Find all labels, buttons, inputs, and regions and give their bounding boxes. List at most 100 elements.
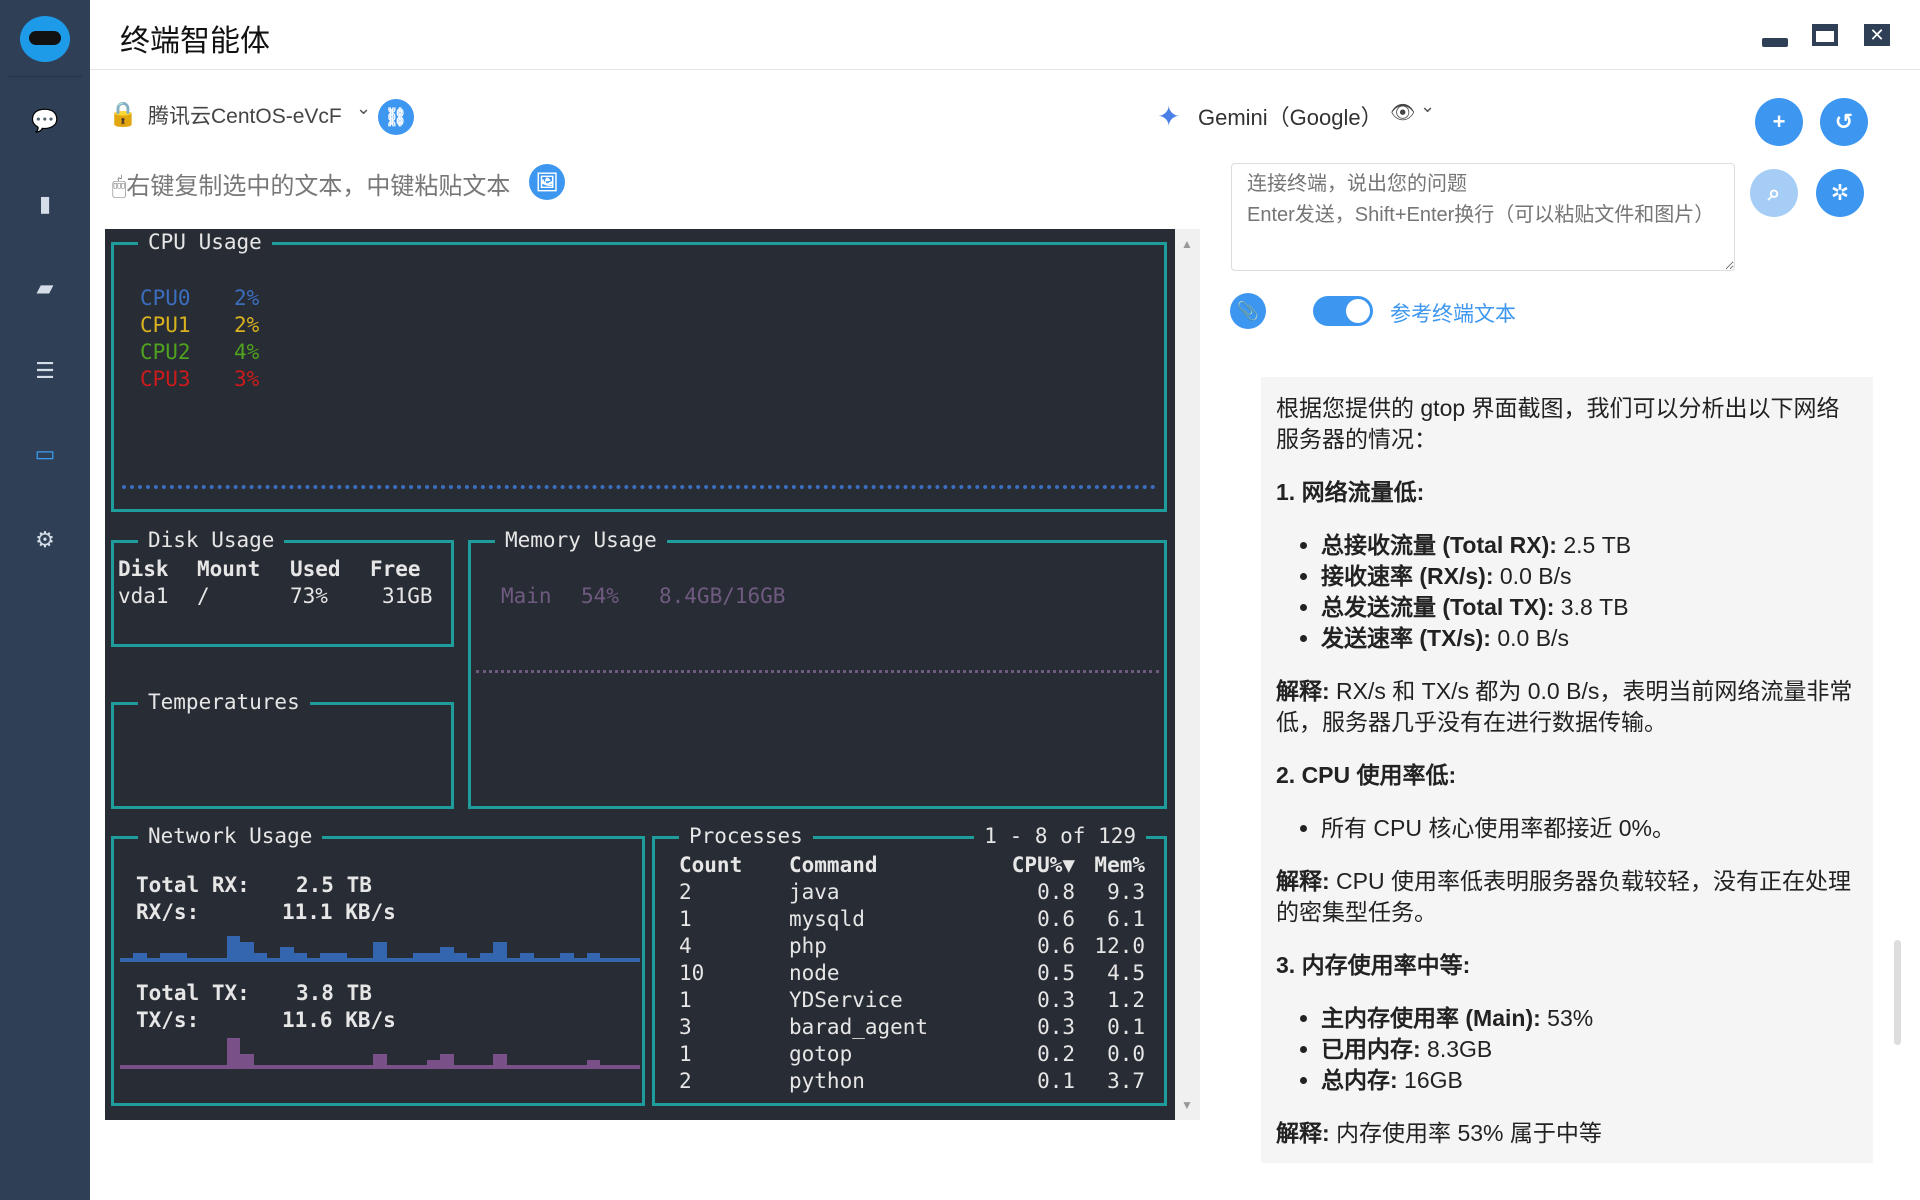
spark-bar (506, 958, 521, 962)
spark-bar (320, 1065, 334, 1069)
spark-bar (226, 936, 241, 962)
monitor-icon[interactable]: ▭ (25, 439, 65, 469)
reference-terminal-label: 参考终端文本 (1390, 303, 1516, 326)
chat-icon[interactable]: 💬 (25, 106, 65, 136)
spark-bar (533, 1065, 548, 1069)
cpu-panel: CPU Usage CPU0 2% CPU1 2% CPU2 4% CPU3 3% (111, 229, 1167, 512)
memory-main-row: Main 54% 8.4GB/16GB (501, 584, 786, 608)
divider (8, 76, 82, 77)
list-item: 总内存: 16GB (1321, 1065, 1857, 1096)
spark-bar (333, 952, 348, 962)
server-select[interactable]: 腾讯云CentOS-eVcF (148, 100, 342, 130)
cpu-graph-line (122, 485, 1156, 489)
database-icon[interactable]: ☰ (25, 356, 65, 386)
terminal[interactable]: CPU Usage CPU0 2% CPU1 2% CPU2 4% CPU3 3% Disk … (105, 229, 1175, 1120)
spark-bar (146, 1065, 161, 1069)
spark-bar (253, 1065, 268, 1069)
attach-paperclip-icon[interactable]: 📎 (1230, 293, 1266, 329)
title-bar: 终端智能体 ✕ (90, 0, 1920, 70)
spark-bar (466, 1065, 481, 1069)
spark-bar (173, 952, 188, 962)
scroll-down-arrow-icon[interactable]: ▼ (1181, 1098, 1193, 1112)
file-icon[interactable]: ▮ (25, 189, 65, 219)
list-item: 总接收流量 (Total RX): 2.5 TB (1321, 530, 1857, 561)
list-item: 接收速率 (RX/s): 0.0 B/s (1321, 561, 1857, 592)
debug-bug-button[interactable]: ✲ (1816, 169, 1864, 217)
section-heading: 2. CPU 使用率低: (1276, 762, 1457, 788)
chevron-down-icon[interactable]: ⌄ (1420, 96, 1435, 117)
network-panel: Network Usage Total RX: 2.5 TB RX/s: 11.1 … (111, 823, 645, 1106)
mouse-icon: 🖱 (112, 173, 127, 200)
response-scrollbar[interactable] (1894, 940, 1901, 1045)
spark-bar (493, 1054, 508, 1069)
spark-bar (413, 952, 428, 962)
question-input[interactable] (1231, 163, 1735, 271)
spark-bar (440, 1054, 454, 1069)
eye-icon[interactable]: 👁 (1390, 100, 1415, 125)
rx-sparkline (120, 932, 641, 962)
explanation: 解释: RX/s 和 TX/s 都为 0.0 B/s，表明当前网络流量非常低，服… (1276, 678, 1853, 735)
temperatures-panel: Temperatures (111, 689, 454, 809)
spark-bar (360, 958, 374, 962)
spark-bar (413, 1065, 428, 1069)
disk-panel: Disk Usage Disk Mount Used Free vda1/73% 31G… (111, 527, 454, 647)
terminal-scrollbar[interactable]: ▲ ▼ (1175, 229, 1200, 1120)
panel-title: Disk Usage (138, 527, 285, 553)
spark-bar (560, 1065, 574, 1069)
memory-panel: Memory Usage Main 54% 8.4GB/16GB (468, 527, 1167, 809)
spark-bar (266, 958, 281, 962)
history-button[interactable]: ↺ (1820, 98, 1868, 146)
gemini-star-icon: ✦ (1157, 101, 1181, 132)
minimize-button[interactable] (1762, 38, 1788, 47)
tx-sparkline (120, 1037, 641, 1069)
search-button[interactable]: ⌕ (1750, 169, 1798, 217)
disconnect-link-icon[interactable]: ⛓ (378, 99, 414, 135)
spark-bar (626, 958, 641, 962)
spark-bar (453, 1065, 468, 1069)
reference-terminal-toggle[interactable] (1313, 296, 1373, 326)
spark-bar (373, 941, 388, 962)
close-button[interactable]: ✕ (1864, 24, 1890, 46)
image-icon[interactable]: 🖼 (529, 164, 565, 200)
spark-bar (253, 952, 268, 962)
spark-bar (386, 958, 401, 962)
spark-bar (200, 1065, 214, 1069)
process-range: 1 - 8 of 129 (974, 823, 1146, 849)
spark-bar (213, 958, 228, 962)
spark-bar (400, 958, 414, 962)
terminal-hint: 🖱右键复制选中的文本，中键粘贴文本 (112, 166, 510, 201)
app-title: 终端智能体 (120, 25, 270, 58)
book-icon[interactable]: ▰ (25, 273, 65, 303)
spark-bar (200, 958, 214, 962)
spark-bar (186, 958, 201, 962)
spark-bar (613, 1065, 628, 1069)
spark-bar (293, 952, 308, 962)
model-select[interactable]: Gemini（Google） (1198, 100, 1383, 132)
memory-graph-line (476, 670, 1159, 673)
list-item: 发送速率 (TX/s): 0.0 B/s (1321, 623, 1857, 654)
spark-bar (280, 947, 294, 962)
new-chat-button[interactable]: + (1755, 98, 1803, 146)
panel-title: Network Usage (138, 823, 323, 849)
cpu-core-row: CPU2 4% (140, 340, 260, 364)
spark-bar (480, 952, 494, 962)
section-heading: 3. 内存使用率中等: (1276, 952, 1471, 978)
cpu-core-row: CPU1 2% (140, 313, 260, 337)
spark-bar (293, 1065, 308, 1069)
chevron-down-icon[interactable]: ⌄ (356, 98, 371, 119)
gear-icon[interactable]: ⚙ (25, 525, 65, 555)
spark-bar (586, 1059, 601, 1069)
scroll-up-arrow-icon[interactable]: ▲ (1181, 237, 1193, 251)
toggle-knob (1346, 299, 1370, 323)
spark-bar (240, 1054, 254, 1069)
robot-logo (20, 16, 70, 62)
spark-bar (546, 958, 561, 962)
spark-bar (546, 1065, 561, 1069)
spark-bar (520, 1065, 534, 1069)
panel-title: CPU Usage (138, 229, 272, 255)
maximize-button[interactable] (1812, 24, 1838, 46)
spark-bar (160, 952, 174, 962)
spark-bar (306, 958, 321, 962)
spark-bar (493, 941, 508, 962)
spark-bar (533, 958, 548, 962)
